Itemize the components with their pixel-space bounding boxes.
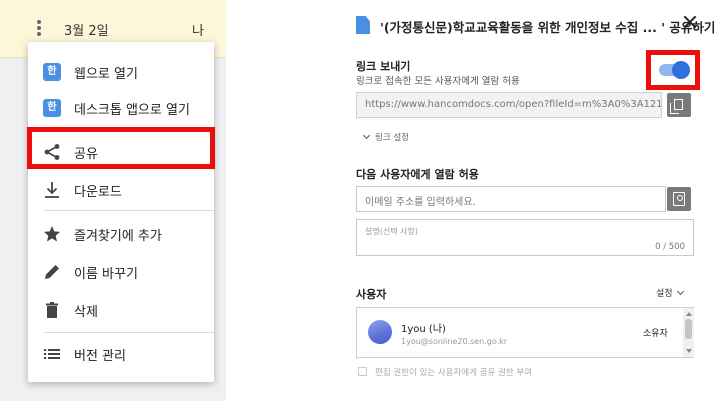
menu-item-open-desktop[interactable]: 한 데스크톱 앱으로 열기 xyxy=(28,90,214,126)
user-email: 1you@sonline20.sen.go.kr xyxy=(401,337,508,346)
hancom-doc-icon: 한 xyxy=(43,99,61,117)
description-placeholder: 설명(선택 사항) xyxy=(365,227,418,236)
chevron-down-icon xyxy=(676,287,684,296)
link-section-description: 링크로 접속한 모든 사용자에게 열람 허용 xyxy=(356,76,520,87)
users-settings-button[interactable]: 설정 xyxy=(656,286,684,299)
menu-item-label: 이름 바꾸기 xyxy=(74,267,138,282)
scroll-up-icon[interactable] xyxy=(686,312,692,316)
share-highlight-box xyxy=(27,127,215,169)
download-icon xyxy=(45,182,59,198)
dialog-title: '(가정통신문)학교교육활동을 위한 개인정보 수집 ... ' 공유하기 xyxy=(380,20,716,35)
description-textarea[interactable]: 설명(선택 사항) 0 / 500 xyxy=(356,219,694,256)
star-icon xyxy=(44,226,60,242)
file-owner: 나 xyxy=(192,24,204,39)
list-icon xyxy=(44,349,60,359)
menu-divider xyxy=(44,332,214,333)
menu-item-label: 데스크톱 앱으로 열기 xyxy=(74,103,190,118)
menu-item-open-web[interactable]: 한 웹으로 열기 xyxy=(28,54,214,90)
menu-item-label: 삭제 xyxy=(74,305,98,320)
document-icon xyxy=(356,16,370,34)
close-icon[interactable] xyxy=(682,14,698,30)
scroll-thumb[interactable] xyxy=(685,319,692,339)
user-name: 1you (나) xyxy=(401,324,446,335)
address-book-icon xyxy=(673,192,685,206)
users-section-title: 사용자 xyxy=(356,288,387,301)
scroll-down-icon[interactable] xyxy=(686,349,692,353)
user-list-scrollbar[interactable] xyxy=(683,308,694,357)
menu-item-delete[interactable]: 삭제 xyxy=(28,292,214,328)
share-section-title: 다음 사용자에게 열람 허용 xyxy=(356,168,479,181)
copy-icon xyxy=(670,99,683,114)
copy-link-button[interactable] xyxy=(667,93,691,117)
menu-item-favorite[interactable]: 즐겨찾기에 추가 xyxy=(28,216,214,252)
share-dialog: '(가정통신문)학교교육활동을 위한 개인정보 수집 ... ' 공유하기 링크… xyxy=(336,0,726,401)
permission-checkbox[interactable] xyxy=(358,367,367,376)
pencil-icon xyxy=(45,265,59,279)
menu-item-versions[interactable]: 버전 관리 xyxy=(28,336,214,372)
file-list-panel: 3월 2일 나 한 웹으로 열기 한 데스크톱 앱으로 열기 공유 다운로드 즐… xyxy=(0,0,226,401)
email-input[interactable]: 이메일 주소를 입력하세요. xyxy=(356,186,666,212)
address-book-button[interactable] xyxy=(667,187,691,211)
link-settings-label: 링크 설정 xyxy=(375,133,409,143)
menu-divider xyxy=(44,210,214,211)
context-menu: 한 웹으로 열기 한 데스크톱 앱으로 열기 공유 다운로드 즐겨찾기에 추가 … xyxy=(28,42,214,382)
users-settings-label: 설정 xyxy=(656,289,673,299)
permission-label: 편집 권한이 있는 사용자에게 공유 권한 부여 xyxy=(375,368,532,378)
trash-icon xyxy=(46,302,58,318)
toggle-highlight-box xyxy=(646,50,700,90)
avatar xyxy=(368,320,392,344)
link-section-title: 링크 보내기 xyxy=(356,60,411,73)
menu-item-label: 다운로드 xyxy=(74,185,122,200)
chevron-down-icon xyxy=(362,131,371,140)
menu-item-label: 즐겨찾기에 추가 xyxy=(74,229,162,244)
file-date: 3월 2일 xyxy=(64,24,109,39)
user-list: 1you (나) 1you@sonline20.sen.go.kr 소유자 xyxy=(356,307,694,358)
menu-item-label: 버전 관리 xyxy=(74,349,126,364)
menu-item-download[interactable]: 다운로드 xyxy=(28,172,214,208)
hancom-doc-icon: 한 xyxy=(43,63,61,81)
char-counter: 0 / 500 xyxy=(655,242,685,252)
menu-item-label: 웹으로 열기 xyxy=(74,67,138,82)
share-link-field[interactable]: https://www.hancomdocs.com/open?fileId=m… xyxy=(356,92,662,118)
link-settings-toggle[interactable]: 링크 설정 xyxy=(362,131,409,143)
more-options-icon[interactable] xyxy=(34,20,44,40)
menu-item-rename[interactable]: 이름 바꾸기 xyxy=(28,254,214,290)
user-role: 소유자 xyxy=(643,329,668,339)
permission-option[interactable]: 편집 권한이 있는 사용자에게 공유 권한 부여 xyxy=(358,366,532,378)
